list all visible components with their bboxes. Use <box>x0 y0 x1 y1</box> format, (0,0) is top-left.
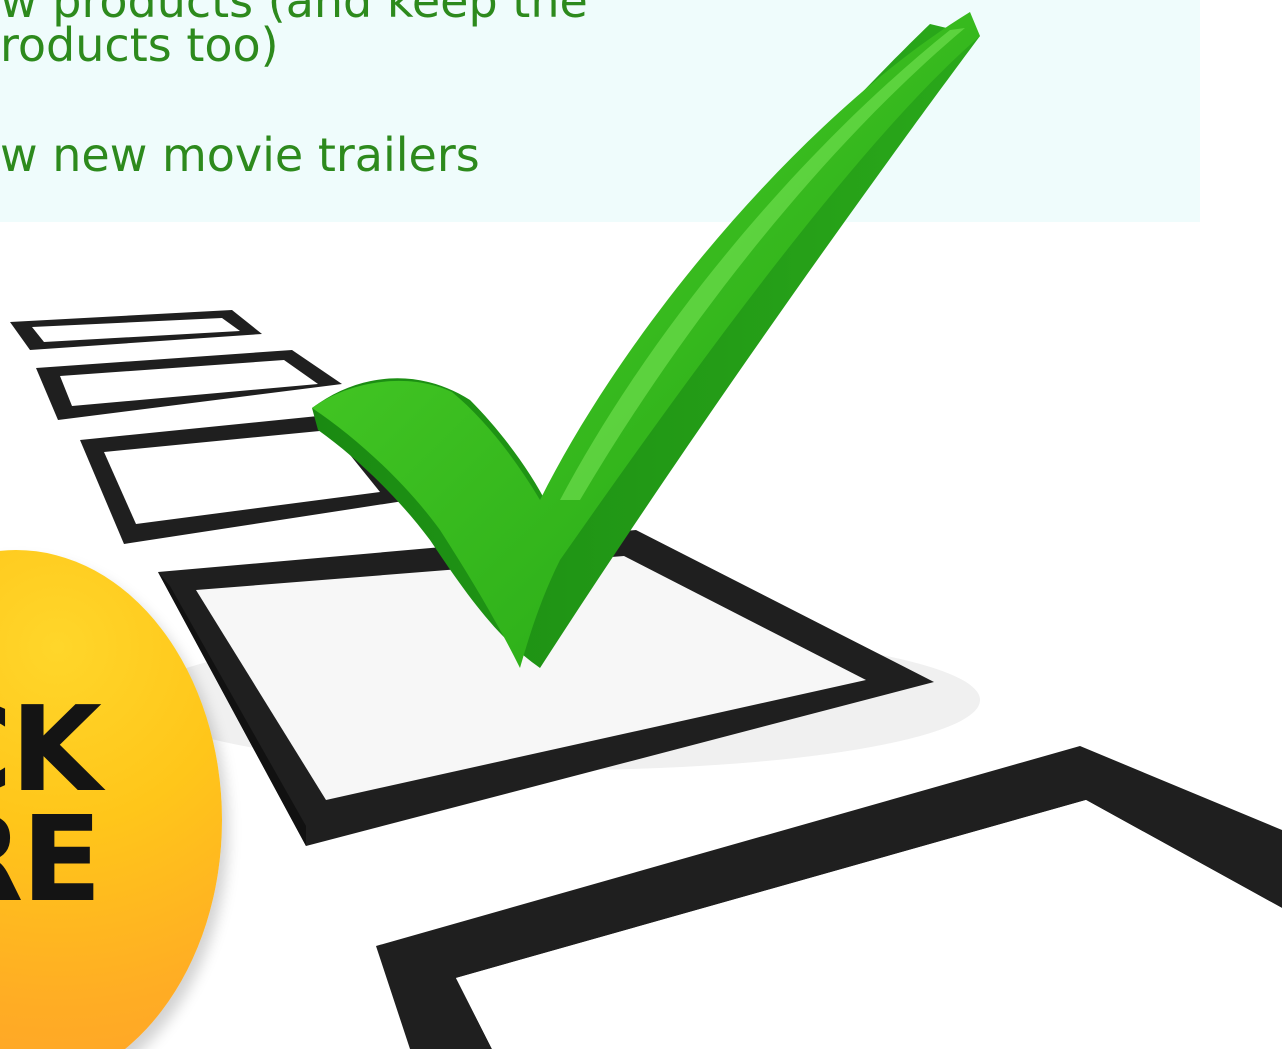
cta-line[interactable]: RE <box>0 800 102 918</box>
promo-banner: w products (and keep the roducts too) w … <box>0 0 1282 1049</box>
checkbox-icon <box>36 350 342 420</box>
checkbox-icon <box>10 310 262 350</box>
